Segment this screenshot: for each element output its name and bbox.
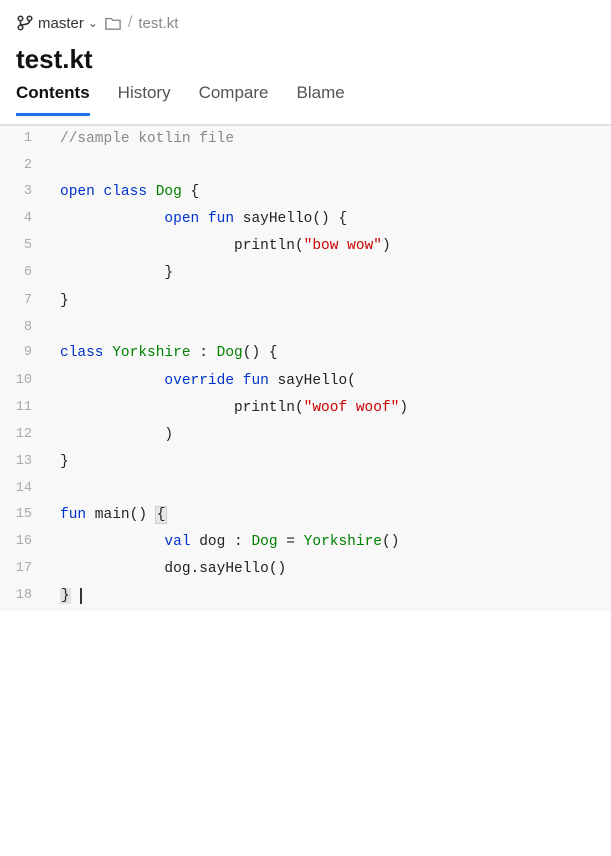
code-viewer: 1//sample kotlin file23open class Dog {4… [0,125,611,611]
line-number: 11 [0,395,48,422]
line-code: } [48,260,611,287]
table-row: 12 ) [0,422,611,449]
tab-compare[interactable]: Compare [199,83,269,116]
line-code: fun main() { [48,502,611,529]
line-code [48,476,611,502]
path-slash: / [128,14,132,32]
line-number: 7 [0,288,48,315]
chevron-down-icon: ⌄ [88,16,98,30]
table-row: 9class Yorkshire : Dog() { [0,340,611,367]
line-code [48,315,611,341]
line-code: } [48,583,611,610]
line-number: 17 [0,556,48,583]
line-number: 10 [0,368,48,395]
table-row: 16 val dog : Dog = Yorkshire() [0,529,611,556]
table-row: 11 println("woof woof") [0,395,611,422]
line-code: open class Dog { [48,179,611,206]
line-code: println("bow wow") [48,233,611,260]
line-code: } [48,449,611,476]
line-number: 4 [0,206,48,233]
tab-bar: Contents History Compare Blame [16,83,595,116]
table-row: 18} [0,583,611,610]
tab-history[interactable]: History [118,83,171,116]
tab-blame[interactable]: Blame [297,83,345,116]
line-number: 16 [0,529,48,556]
line-code: class Yorkshire : Dog() { [48,340,611,367]
table-row: 17 dog.sayHello() [0,556,611,583]
branch-name: master [38,15,84,32]
line-number: 18 [0,583,48,610]
line-code [48,153,611,179]
table-row: 10 override fun sayHello( [0,368,611,395]
line-number: 3 [0,179,48,206]
line-number: 15 [0,502,48,529]
table-row: 2 [0,153,611,179]
branch-selector[interactable]: master ⌄ [16,14,98,32]
line-number: 14 [0,476,48,502]
file-header: master ⌄ / test.kt test.kt Contents Hist… [0,0,611,125]
table-row: 15fun main() { [0,502,611,529]
branch-icon [16,14,34,32]
line-number: 1 [0,126,48,153]
line-code: println("woof woof") [48,395,611,422]
line-code: open fun sayHello() { [48,206,611,233]
line-code: } [48,288,611,315]
breadcrumb: master ⌄ / test.kt [16,14,595,32]
table-row: 3open class Dog { [0,179,611,206]
table-row: 7} [0,288,611,315]
line-number: 5 [0,233,48,260]
tab-contents[interactable]: Contents [16,83,90,116]
file-name-breadcrumb: test.kt [138,15,178,32]
table-row: 13} [0,449,611,476]
line-code: //sample kotlin file [48,126,611,153]
table-row: 5 println("bow wow") [0,233,611,260]
line-number: 2 [0,153,48,179]
code-table: 1//sample kotlin file23open class Dog {4… [0,126,611,611]
table-row: 8 [0,315,611,341]
line-number: 9 [0,340,48,367]
line-code: val dog : Dog = Yorkshire() [48,529,611,556]
table-row: 1//sample kotlin file [0,126,611,153]
line-code: override fun sayHello( [48,368,611,395]
line-number: 8 [0,315,48,341]
table-row: 4 open fun sayHello() { [0,206,611,233]
line-number: 12 [0,422,48,449]
table-row: 14 [0,476,611,502]
line-number: 6 [0,260,48,287]
line-number: 13 [0,449,48,476]
line-code: dog.sayHello() [48,556,611,583]
breadcrumb-separator [104,14,122,32]
page-title: test.kt [16,44,595,75]
table-row: 6 } [0,260,611,287]
line-code: ) [48,422,611,449]
